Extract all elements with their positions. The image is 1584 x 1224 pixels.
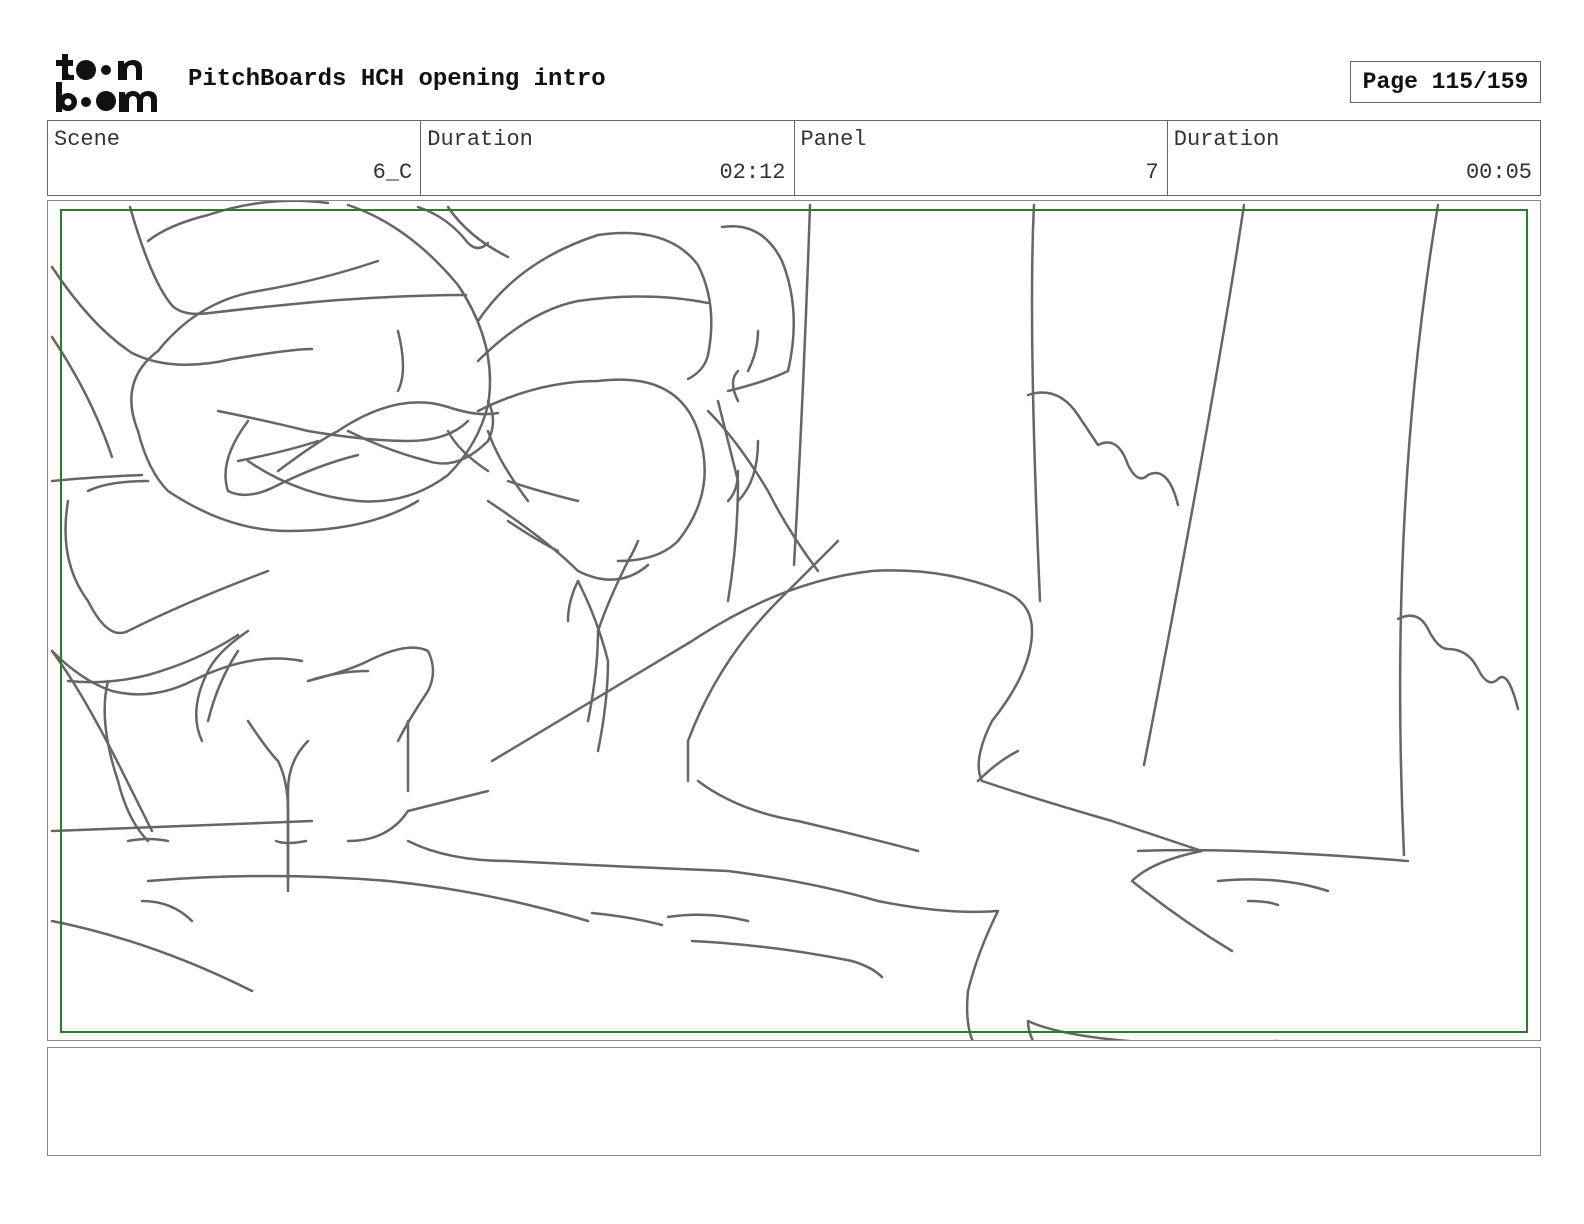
panel-duration-value: 00:05 bbox=[1465, 160, 1532, 185]
scene-value: 6_C bbox=[372, 160, 413, 185]
project-title: PitchBoards HCH opening intro bbox=[188, 66, 606, 93]
page-indicator: Page 115/159 bbox=[1350, 61, 1541, 103]
scene-cell: Scene 6_C bbox=[48, 121, 422, 195]
scene-info-table: Scene 6_C Duration 02:12 Panel 7 Duratio… bbox=[47, 120, 1541, 196]
panel-sketch bbox=[50, 201, 1520, 1040]
scene-duration-value: 02:12 bbox=[719, 160, 786, 185]
logo-graphic bbox=[56, 54, 157, 112]
panel-value: 7 bbox=[1145, 160, 1159, 185]
scene-duration-label: Duration bbox=[427, 127, 533, 152]
scene-duration-cell: Duration 02:12 bbox=[421, 121, 795, 195]
panel-duration-label: Duration bbox=[1173, 127, 1280, 152]
panel-notes-box[interactable] bbox=[47, 1047, 1541, 1156]
toon-boom-logo bbox=[52, 50, 164, 114]
panel-duration-cell: Duration 00:05 bbox=[1168, 121, 1540, 195]
panel-cell: Panel 7 bbox=[795, 121, 1168, 195]
storyboard-panel bbox=[47, 200, 1541, 1041]
panel-label: Panel bbox=[800, 127, 867, 152]
scene-label: Scene bbox=[54, 127, 121, 152]
